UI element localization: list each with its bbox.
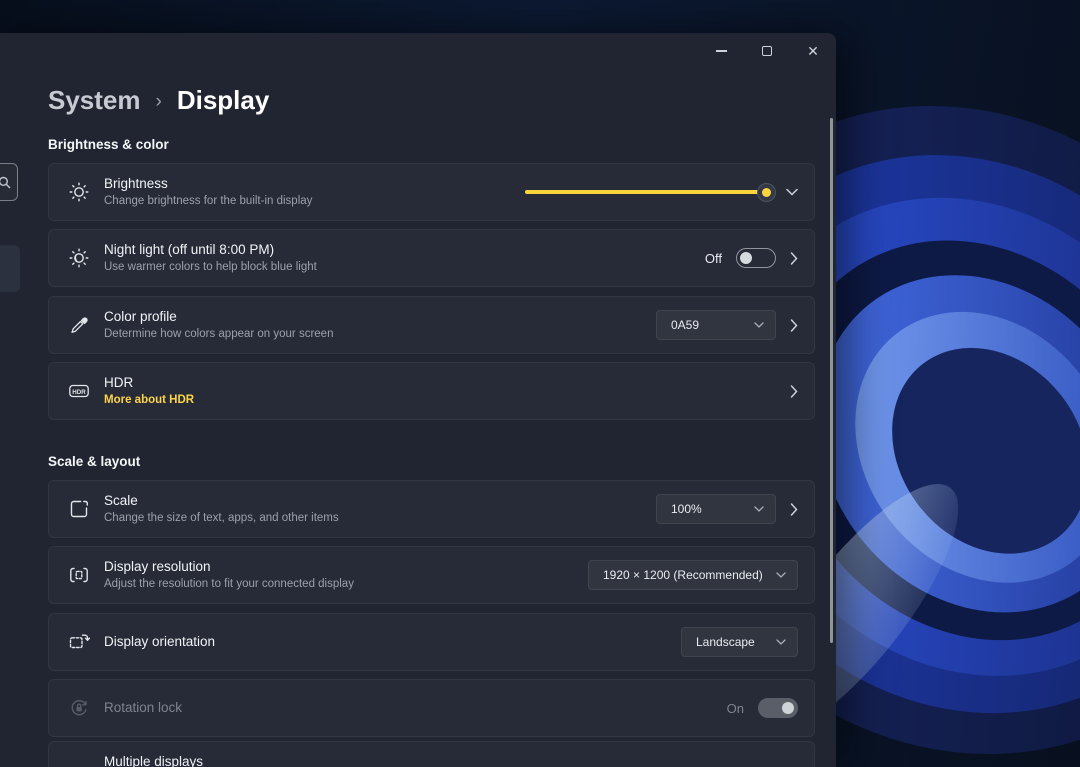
chevron-down-icon: [776, 639, 786, 645]
row-title: Color profile: [104, 309, 333, 325]
svg-text:HDR: HDR: [72, 389, 86, 396]
dropdown-value: 1920 × 1200 (Recommended): [603, 568, 763, 582]
display-resolution-dropdown[interactable]: 1920 × 1200 (Recommended): [588, 560, 798, 590]
night-light-icon: [66, 245, 92, 271]
color-profile-dropdown[interactable]: 0A59: [656, 310, 776, 340]
page-title: Display: [177, 85, 270, 116]
setting-row-scale[interactable]: Scale Change the size of text, apps, and…: [48, 480, 815, 538]
setting-row-display-resolution[interactable]: Display resolution Adjust the resolution…: [48, 546, 815, 604]
scale-dropdown[interactable]: 100%: [656, 494, 776, 524]
setting-row-rotation-lock: Rotation lock On: [48, 679, 815, 737]
chevron-down-icon: [754, 322, 764, 328]
breadcrumb-system[interactable]: System: [48, 85, 141, 116]
breadcrumb-separator-icon: ›: [156, 91, 162, 113]
slider-track: [525, 190, 772, 195]
row-title: Multiple displays: [104, 754, 203, 767]
row-subtitle: Adjust the resolution to fit your connec…: [104, 578, 354, 591]
row-title: Brightness: [104, 176, 312, 192]
row-title: Scale: [104, 493, 339, 509]
setting-row-multiple-displays[interactable]: Multiple displays: [48, 741, 815, 767]
night-light-toggle[interactable]: [736, 248, 776, 268]
row-title: Night light (off until 8:00 PM): [104, 242, 317, 258]
chevron-right-icon[interactable]: [790, 319, 798, 332]
slider-thumb[interactable]: [757, 183, 776, 202]
setting-row-hdr[interactable]: HDR HDR More about HDR: [48, 362, 815, 420]
rotation-lock-toggle: [758, 698, 798, 718]
row-subtitle: Determine how colors appear on your scre…: [104, 328, 333, 341]
scale-icon: [66, 496, 92, 522]
vertical-scrollbar[interactable]: [830, 118, 833, 643]
toggle-knob: [740, 252, 752, 264]
color-profile-icon: [66, 312, 92, 338]
brightness-icon: [66, 179, 92, 205]
search-input[interactable]: [0, 163, 18, 201]
setting-row-color-profile[interactable]: Color profile Determine how colors appea…: [48, 296, 815, 354]
magnifier-icon: [0, 176, 11, 189]
display-orientation-icon: [66, 629, 92, 655]
rotation-lock-icon: [66, 695, 92, 721]
chevron-down-icon[interactable]: [786, 188, 798, 196]
chevron-down-icon: [776, 572, 786, 578]
setting-row-night-light[interactable]: Night light (off until 8:00 PM) Use warm…: [48, 229, 815, 287]
chevron-right-icon[interactable]: [790, 252, 798, 265]
setting-row-brightness[interactable]: Brightness Change brightness for the bui…: [48, 163, 815, 221]
row-subtitle: Use warmer colors to help block blue lig…: [104, 261, 317, 274]
toggle-state-label: Off: [705, 251, 722, 266]
more-about-hdr-link[interactable]: More about HDR: [104, 394, 194, 407]
chevron-right-icon[interactable]: [790, 503, 798, 516]
settings-window: ✕ System › Display Brightness & color Br…: [0, 33, 836, 767]
row-title: Rotation lock: [104, 700, 182, 716]
breadcrumb: System › Display: [48, 85, 269, 116]
dropdown-value: Landscape: [696, 635, 755, 649]
toggle-state-label: On: [727, 701, 744, 716]
row-subtitle: Change the size of text, apps, and other…: [104, 512, 339, 525]
row-title: Display orientation: [104, 634, 215, 650]
chevron-down-icon: [754, 506, 764, 512]
row-subtitle: Change brightness for the built-in displ…: [104, 195, 312, 208]
dropdown-value: 100%: [671, 502, 702, 516]
toggle-knob: [782, 702, 794, 714]
section-header-scale-layout: Scale & layout: [48, 454, 140, 469]
row-title: HDR: [104, 375, 194, 391]
display-orientation-dropdown[interactable]: Landscape: [681, 627, 798, 657]
display-settings-page: System › Display Brightness & color Brig…: [48, 33, 815, 767]
sidebar-item-system[interactable]: [0, 245, 20, 292]
setting-row-display-orientation[interactable]: Display orientation Landscape: [48, 613, 815, 671]
hdr-icon: HDR: [66, 378, 92, 404]
chevron-right-icon[interactable]: [790, 385, 798, 398]
brightness-slider[interactable]: [525, 182, 772, 202]
section-header-brightness-color: Brightness & color: [48, 137, 169, 152]
row-title: Display resolution: [104, 559, 354, 575]
dropdown-value: 0A59: [671, 318, 699, 332]
display-resolution-icon: [66, 562, 92, 588]
